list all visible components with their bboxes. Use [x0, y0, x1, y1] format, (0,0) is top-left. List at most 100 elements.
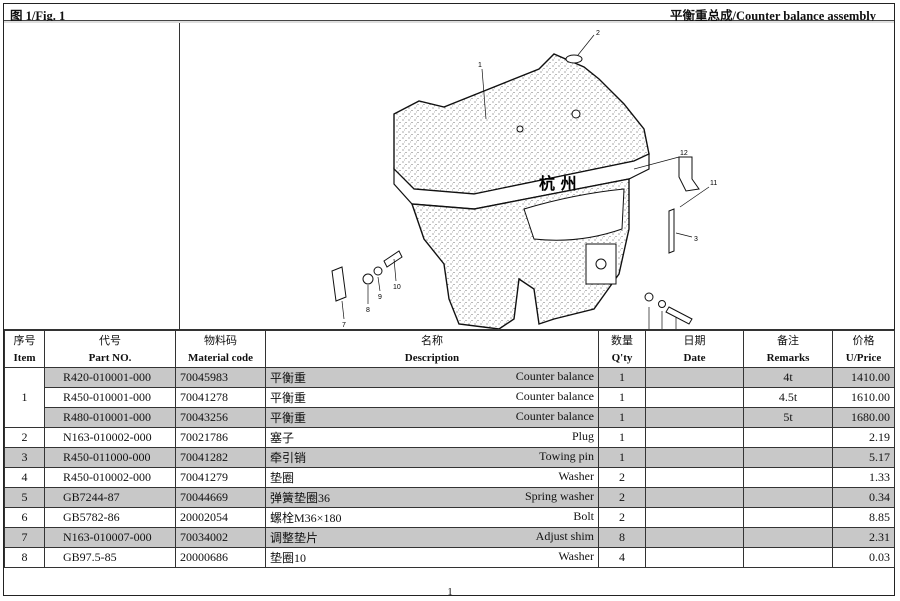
figure-area: 杭 州 1 2 3 7 8 9 10 11 12 [4, 23, 894, 330]
description-cn: 弹簧垫圈36 [270, 491, 331, 505]
towing-pin-icon [668, 208, 675, 254]
callout-3: 3 [694, 236, 698, 243]
cell-price: 2.31 [832, 527, 895, 548]
col-desc-en: Description [265, 349, 599, 368]
cell-material-code: 70045983 [175, 367, 266, 388]
col-qty-en: Q'ty [598, 349, 646, 368]
cell-remarks [743, 427, 833, 448]
cell-description: 平衡重 Counter balance [265, 367, 599, 388]
cell-price: 5.17 [832, 447, 895, 468]
hitch-hole [595, 258, 607, 270]
col-price-cn: 价格 [832, 330, 895, 349]
callout-10: 10 [393, 284, 401, 291]
cell-date [645, 387, 744, 408]
cell-price: 8.85 [832, 507, 895, 528]
description-cn: 螺栓M36×180 [270, 511, 342, 525]
cell-qty: 1 [598, 387, 646, 408]
callout-12: 12 [680, 150, 688, 157]
col-part-en: Part NO. [44, 349, 176, 368]
adjust-shim-part [678, 156, 700, 192]
cell-part-no: R420-010001-000 [44, 367, 176, 388]
cell-item: 3 [4, 447, 45, 468]
shim-stack-icon [331, 266, 347, 302]
cell-material-code: 70044669 [175, 487, 266, 508]
page-number: 1 [447, 586, 453, 598]
cell-description: 平衡重 Counter balance [265, 387, 599, 408]
cell-description: 弹簧垫圈36 Spring washer [265, 487, 599, 508]
cell-price: 2.19 [832, 427, 895, 448]
col-part-cn: 代号 [44, 330, 176, 349]
description-cn: 牵引销 [270, 451, 307, 465]
cell-description: 平衡重 Counter balance [265, 407, 599, 428]
col-remarks-en: Remarks [743, 349, 833, 368]
cell-qty: 1 [598, 367, 646, 388]
cell-part-no: R450-010001-000 [44, 387, 176, 408]
description-en: Washer [558, 469, 594, 483]
cell-item: 8 [4, 547, 45, 568]
top-hole [571, 109, 581, 119]
cell-qty: 1 [598, 447, 646, 468]
callout-11: 11 [710, 180, 717, 187]
cell-material-code: 70021786 [175, 427, 266, 448]
cell-description: 垫圈 Washer [265, 467, 599, 488]
cell-material-code: 70041279 [175, 467, 266, 488]
top-hole-small [516, 125, 524, 133]
cell-price: 1610.00 [832, 387, 895, 408]
table-row: 8 GB97.5-85 20000686 垫圈10 Washer 4 0.03 [4, 547, 895, 568]
cell-date [645, 427, 744, 448]
description-en: Counter balance [515, 369, 594, 383]
cell-item: 4 [4, 467, 45, 488]
cell-date [645, 407, 744, 428]
callout-7: 7 [342, 322, 346, 329]
cell-material-code: 20000686 [175, 547, 266, 568]
cell-qty: 1 [598, 427, 646, 448]
cell-remarks [743, 507, 833, 528]
description-cn: 平衡重 [270, 371, 307, 385]
cell-part-no: GB7244-87 [44, 487, 176, 508]
callout-8: 8 [366, 307, 370, 314]
cell-item: 7 [4, 527, 45, 548]
cell-material-code: 70041282 [175, 447, 266, 468]
cell-remarks: 4t [743, 367, 833, 388]
table-row: 7 N163-010007-000 70034002 调整垫片 Adjust shim 8… [4, 527, 895, 548]
description-cn: 平衡重 [270, 391, 307, 405]
description-en: Towing pin [539, 449, 594, 463]
cell-remarks [743, 487, 833, 508]
cell-remarks [743, 547, 833, 568]
col-qty-cn: 数量 [598, 330, 646, 349]
table-row: R480-010001-000 70043256 平衡重 Counter balanc… [5, 407, 895, 428]
description-en: Spring washer [525, 489, 594, 503]
description-cn: 垫圈10 [270, 551, 307, 565]
header-row-en: Item Part NO. Material code Description … [4, 349, 895, 368]
cell-item: 6 [4, 507, 45, 528]
callout-2: 2 [596, 30, 600, 37]
spring-washer-icon [373, 266, 383, 276]
washer-icon-right [644, 292, 654, 302]
counter-balance-drawing: 杭 州 1 2 3 7 8 9 10 11 12 [331, 30, 717, 329]
cell-remarks [743, 447, 833, 468]
title-bar: 图 1/Fig. 1 平衡重总成/Counter balance assembl… [4, 4, 894, 23]
col-date-en: Date [645, 349, 744, 368]
cell-date [645, 507, 744, 528]
description-cn: 平衡重 [270, 411, 307, 425]
cell-part-no: GB5782-86 [44, 507, 176, 528]
description-en: Adjust shim [535, 529, 594, 543]
cell-part-no: R450-010002-000 [44, 467, 176, 488]
cell-remarks: 4.5t [743, 387, 833, 408]
cell-material-code: 70043256 [175, 407, 266, 428]
callout-9: 9 [378, 294, 382, 301]
cell-date [645, 487, 744, 508]
cell-part-no: N163-010002-000 [44, 427, 176, 448]
table-row: 6 GB5782-86 20002054 螺栓M36×180 Bolt 2 8.85 [4, 507, 895, 528]
washer-icon [362, 273, 374, 285]
cell-qty: 1 [598, 407, 646, 428]
description-cn: 垫圈 [270, 471, 295, 485]
cell-qty: 8 [598, 527, 646, 548]
emblem-text: 杭 州 [539, 174, 577, 193]
col-item-en: Item [4, 349, 45, 368]
description-en: Bolt [573, 509, 594, 523]
figure-divider [179, 23, 180, 330]
table-row: 4 R450-010002-000 70041279 垫圈 Washer 2 1.33 [4, 467, 895, 488]
cell-remarks: 5t [743, 407, 833, 428]
description-en: Plug [571, 429, 594, 443]
